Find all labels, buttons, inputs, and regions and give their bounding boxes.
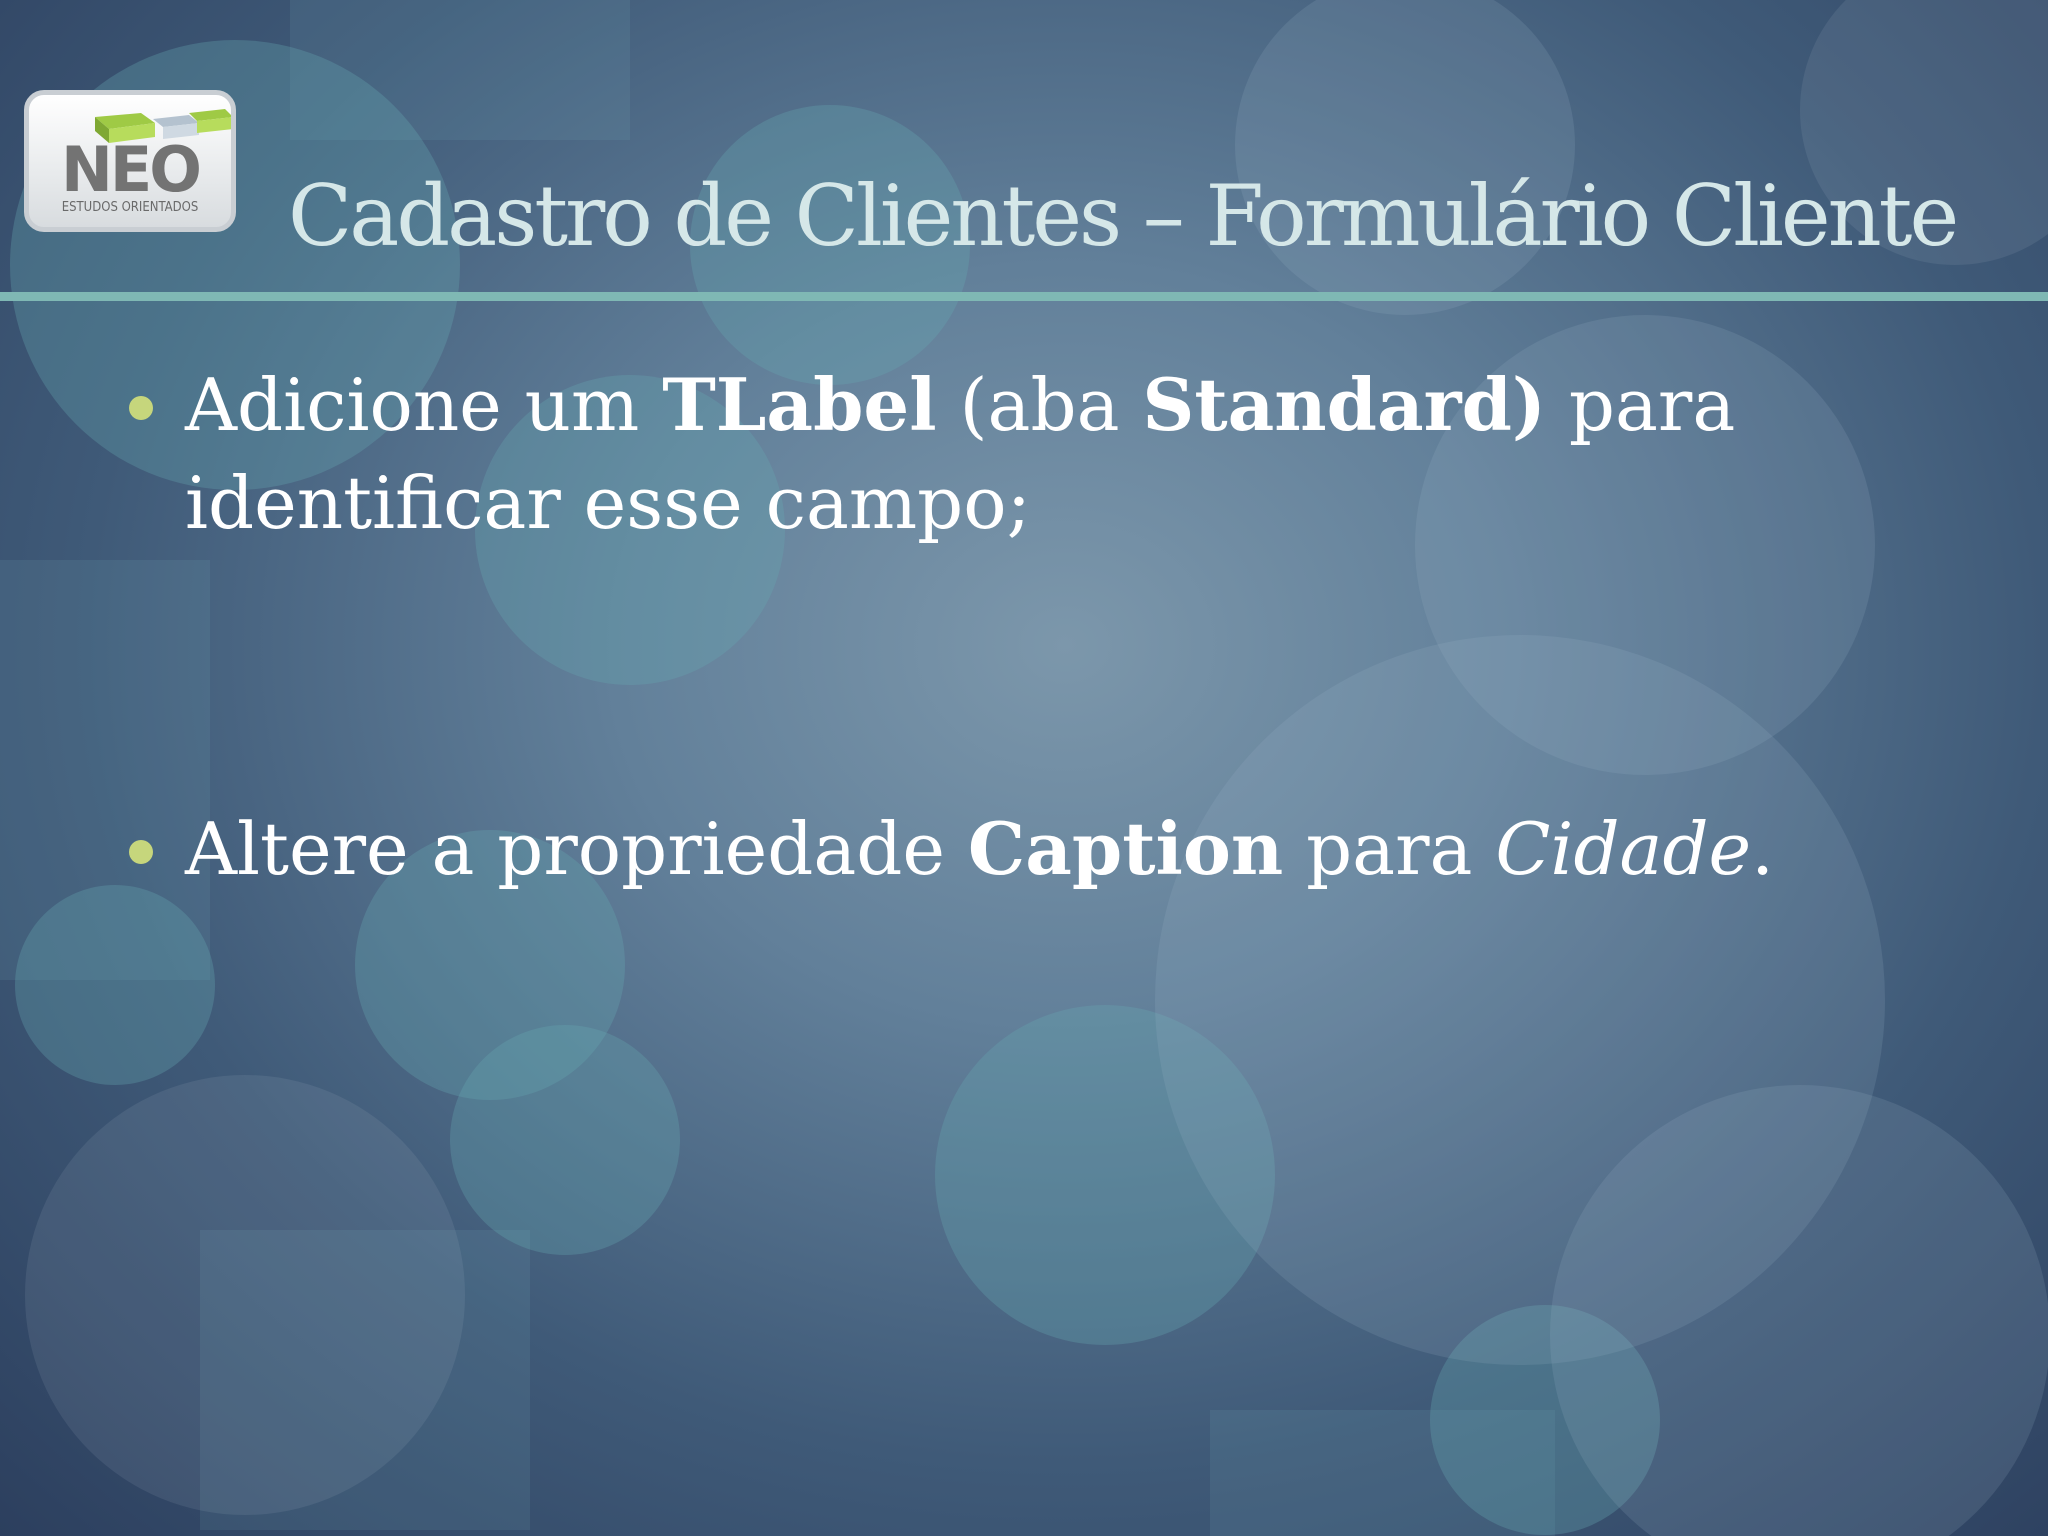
bullet-list: Adicione um TLabel (aba Standard) para i…	[125, 356, 1925, 898]
title-divider	[0, 292, 2048, 301]
neo-logo: NEO ESTUDOS ORIENTADOS	[24, 90, 236, 232]
bullet-text: .	[1751, 807, 1775, 891]
bullet-text: Altere a propriedade	[185, 807, 968, 891]
bullet-item: Adicione um TLabel (aba Standard) para i…	[125, 356, 1925, 552]
logo-tagline: ESTUDOS ORIENTADOS	[61, 200, 199, 215]
bullet-text: Adicione um	[185, 363, 663, 447]
tab-name: Standard	[1142, 362, 1512, 447]
property-name: Caption	[967, 806, 1284, 891]
slide-title: Cadastro de Clientes – Formulário Client…	[288, 167, 1959, 265]
bullet-text: (aba	[936, 363, 1143, 447]
bullet-dot-icon	[129, 840, 153, 864]
property-value: Cidade	[1495, 807, 1752, 891]
logo-wordmark: NEO	[61, 133, 202, 206]
bullet-item: Altere a propriedade Caption para Cidade…	[125, 800, 1925, 898]
component-name: TLabel	[662, 362, 937, 447]
bullet-dot-icon	[129, 396, 153, 420]
bullet-text: para	[1283, 807, 1496, 891]
bullet-text: )	[1511, 362, 1546, 447]
